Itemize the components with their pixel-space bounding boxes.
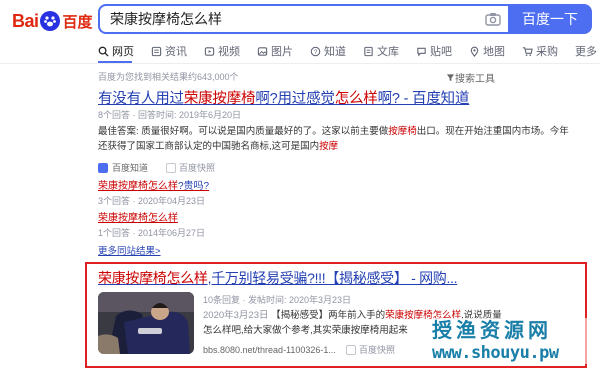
abstract-date: 2020年3月23日 — [203, 310, 269, 321]
abstract-text: 【揭秘感受】两年前入手的 — [271, 310, 386, 321]
result-source: bbs.8080.net/thread-1100326-1... 百度快照 — [203, 343, 395, 356]
tab-web[interactable]: 网页 — [98, 43, 134, 59]
title-text: 有没有人用过 — [98, 91, 184, 107]
tab-more[interactable]: 更多 — [575, 43, 597, 59]
result-count: 百度为您找到相关结果约643,000个 — [98, 72, 239, 82]
result-title[interactable]: 有没有人用过荣康按摩椅啊?用过感觉怎么样啊? - 百度知道 — [98, 87, 469, 108]
result-source: 百度知道 百度快照 — [98, 161, 215, 174]
image-icon — [257, 46, 268, 56]
title-text: ,千万别轻易受骗?!!!【揭秘感受】 - 网购... — [207, 270, 458, 286]
sub-result-link[interactable]: 荣康按摩椅怎么样 — [98, 209, 178, 224]
result-meta: 10条回复 · 发帖时间: 2020年3月23日 — [203, 295, 352, 305]
filter-icon — [446, 74, 455, 82]
more-site-results-link[interactable]: 更多同站结果> — [98, 243, 161, 257]
video-icon — [204, 46, 215, 56]
tab-label: 视频 — [218, 46, 240, 58]
tab-map[interactable]: 地图 — [469, 43, 505, 59]
cache-icon — [166, 162, 177, 173]
sub-link-highlight: 荣康按摩椅怎么样 — [98, 181, 178, 192]
sub-result-link[interactable]: 荣康按摩椅怎么样?贵吗? — [98, 177, 209, 192]
sub-result-meta: 3个回答 · 2020年04月23日 — [98, 196, 206, 206]
zhidao-logo-icon — [98, 162, 108, 173]
watermark: 授渔资源网 www.shouyu.pw — [432, 318, 592, 364]
tab-zhidao[interactable]: ? 知道 — [310, 43, 346, 59]
tab-label: 采购 — [536, 46, 558, 58]
map-icon — [470, 46, 479, 57]
camera-icon[interactable] — [478, 6, 508, 32]
news-icon — [151, 46, 162, 56]
title-highlight: 荣康按摩椅 — [183, 91, 256, 107]
result-title[interactable]: 荣康按摩椅怎么样,千万别轻易受骗?!!!【揭秘感受】 - 网购... — [98, 268, 458, 288]
tab-purchase[interactable]: 采购 — [522, 43, 558, 59]
search-tools-label: 搜索工具 — [455, 74, 495, 85]
cache-label: 百度快照 — [179, 163, 216, 173]
watermark-url: www.shouyu.pw — [432, 343, 559, 363]
abstract-highlight: 按摩 — [319, 141, 339, 152]
title-text: 啊? - 百度知道 — [377, 91, 470, 107]
svg-text:?: ? — [314, 48, 318, 55]
sub-link-highlight: 荣康按摩椅怎么样 — [98, 213, 178, 224]
cache-icon — [345, 344, 356, 355]
search-tools-button[interactable]: 搜索工具 — [446, 70, 495, 85]
tab-label: 资讯 — [165, 46, 187, 58]
tab-label: 知道 — [324, 46, 346, 58]
paw-icon — [39, 11, 60, 31]
abstract-text: 最佳答案: 质量很好啊。可以说是国内质量最好的了。这家以前主要做 — [98, 126, 389, 137]
tab-label: 图片 — [271, 46, 293, 58]
divider — [0, 63, 600, 64]
abstract-highlight: 按摩椅 — [388, 126, 417, 137]
tab-video[interactable]: 视频 — [204, 43, 240, 59]
forum-icon — [417, 47, 426, 56]
result-abstract: 最佳答案: 质量很好啊。可以说是国内质量最好的了。这家以前主要做按摩椅出口。现在… — [98, 124, 578, 154]
sub-link-text: ?贵吗? — [178, 181, 210, 192]
tab-news[interactable]: 资讯 — [151, 43, 187, 59]
tab-images[interactable]: 图片 — [257, 43, 293, 59]
tab-tieba[interactable]: 贴吧 — [416, 43, 452, 59]
tab-label: 贴吧 — [430, 46, 452, 58]
result-url[interactable]: bbs.8080.net/thread-1100326-1... — [203, 345, 336, 355]
search-icon — [98, 46, 109, 57]
search-tabs: 网页 资讯 视频 图片 ? 知道 文库 贴吧 地图 采购 更多 — [98, 40, 600, 62]
tab-label: 更多 — [575, 46, 597, 58]
tab-label: 网页 — [112, 46, 134, 58]
tab-wenku[interactable]: 文库 — [363, 43, 399, 59]
baidu-logo[interactable]: Bai du 百度 — [12, 9, 93, 33]
question-icon: ? — [310, 46, 321, 56]
title-highlight: 怎么样 — [334, 91, 378, 107]
sub-result-meta: 1个回答 · 2014年06月27日 — [98, 228, 206, 238]
watermark-title: 授渔资源网 — [432, 318, 552, 342]
doc-icon — [364, 46, 373, 56]
cache-label: 百度快照 — [358, 345, 395, 355]
result-thumbnail[interactable] — [98, 292, 194, 354]
search-input[interactable]: 荣康按摩椅怎么样 — [100, 9, 478, 29]
tab-label: 文库 — [377, 46, 399, 58]
logo-bai: Bai — [12, 10, 39, 31]
title-text: 啊?用过感觉 — [255, 91, 335, 107]
logo-text: 百度 — [62, 13, 93, 31]
cart-icon — [522, 46, 533, 56]
tab-label: 地图 — [483, 46, 505, 58]
cache-link[interactable]: 百度快照 — [345, 343, 395, 356]
title-highlight: 荣康按摩椅怎么样 — [98, 270, 208, 286]
search-button[interactable]: 百度一下 — [508, 4, 592, 34]
search-box[interactable]: 荣康按摩椅怎么样 — [98, 4, 508, 34]
result-meta: 8个回答 · 回答时间: 2019年6月20日 — [98, 110, 242, 120]
source-label[interactable]: 百度知道 — [112, 161, 148, 174]
cache-link[interactable]: 百度快照 — [166, 161, 215, 174]
